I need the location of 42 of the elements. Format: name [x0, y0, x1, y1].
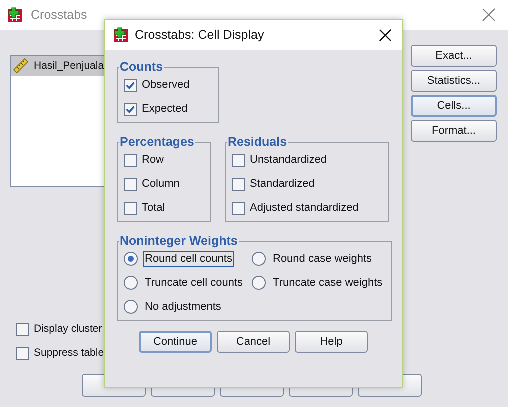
ruler-icon	[13, 58, 29, 74]
close-icon[interactable]	[379, 28, 392, 42]
radio-label: Truncate cell counts	[144, 276, 244, 291]
radio-label: No adjustments	[144, 300, 222, 315]
radio-label: Round case weights	[272, 252, 374, 267]
checkbox-label: Display cluster	[34, 323, 102, 335]
group-title: Residuals	[227, 135, 288, 149]
checkbox-label: Unstandardized	[250, 154, 328, 166]
radio-button[interactable]	[252, 252, 266, 266]
radio-button[interactable]	[124, 276, 138, 290]
checkbox-label: Suppress table	[34, 347, 104, 359]
checkbox[interactable]	[16, 322, 29, 336]
side-button[interactable]: Cells...	[411, 95, 497, 117]
radio-button[interactable]	[252, 276, 266, 290]
radio-button[interactable]	[124, 252, 138, 266]
checkbox[interactable]	[124, 202, 137, 214]
checkbox[interactable]	[16, 346, 29, 360]
checkbox-label: Row	[142, 154, 164, 166]
checkbox-label: Adjusted standardized	[250, 202, 359, 214]
app-icon	[7, 7, 23, 23]
checkbox-label: Total	[142, 202, 166, 214]
side-button[interactable]: Statistics...	[411, 70, 497, 92]
dialog-button[interactable]: Continue	[139, 331, 212, 353]
radio-label: Round cell counts	[143, 251, 234, 267]
side-button[interactable]: Format...	[411, 120, 497, 142]
radio-button[interactable]	[124, 300, 138, 314]
dialog-button[interactable]: Help	[295, 331, 368, 353]
app-icon	[113, 27, 129, 43]
checkbox[interactable]	[124, 154, 137, 166]
side-button[interactable]: Exact...	[411, 45, 497, 67]
checkbox[interactable]	[124, 102, 137, 116]
radio-label: Truncate case weights	[272, 276, 384, 291]
checkbox[interactable]	[232, 178, 245, 190]
dialog-title: Crosstabs: Cell Display	[135, 28, 264, 42]
group-title: Noninteger Weights	[119, 234, 239, 248]
dialog-button[interactable]: Cancel	[217, 331, 290, 353]
checkbox[interactable]	[232, 154, 245, 166]
checkbox[interactable]	[232, 202, 245, 214]
checkbox[interactable]	[124, 178, 137, 190]
checkbox-label: Standardized	[250, 178, 315, 190]
checkbox[interactable]	[124, 78, 137, 92]
window-title: Crosstabs	[31, 8, 88, 22]
